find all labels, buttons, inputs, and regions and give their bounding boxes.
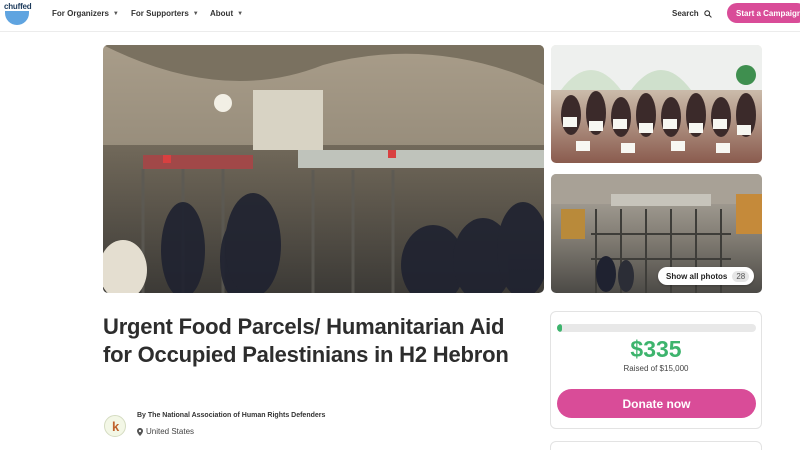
show-all-label: Show all photos [666,271,728,281]
logo-shape [5,11,29,25]
secondary-card [550,441,762,450]
nav-for-organizers[interactable]: For Organizers ▼ [52,9,119,18]
search-label: Search [672,9,699,18]
donation-card: $335 Raised of $15,000 Donate now [550,311,762,429]
organizer-logo-icon: k [112,419,120,434]
location-text: United States [146,427,195,436]
search-icon [703,9,712,18]
chevron-down-icon: ▼ [112,10,119,17]
logo-text: chuffed [4,2,32,11]
organizer-prefix: By [137,412,146,419]
donate-now-button[interactable]: Donate now [557,389,756,418]
group-with-certificates-image [551,45,762,153]
show-all-photos-button[interactable]: Show all photos 28 [658,267,755,285]
checkpoint-scene-image [103,45,544,293]
nav-label: For Supporters [131,9,189,18]
photo-count-badge: 28 [732,270,750,282]
search-button[interactable]: Search [672,9,712,18]
goal-text: Raised of $15,000 [623,364,689,373]
funding-progress-bar [557,324,756,332]
nav-for-supporters[interactable]: For Supporters ▼ [131,9,199,18]
top-navbar: chuffed For Organizers ▼ For Supporters … [0,0,800,32]
campaign-title: Urgent Food Parcels/ Humanitarian Aid fo… [103,314,509,367]
chuffed-logo[interactable]: chuffed [4,2,34,26]
organizer-avatar[interactable]: k [104,415,126,437]
nav-about[interactable]: About ▼ [210,9,243,18]
group-photo[interactable] [551,45,762,163]
chevron-down-icon: ▼ [237,10,244,17]
start-campaign-button[interactable]: Start a Campaign [727,3,800,23]
nav-label: For Organizers [52,9,109,18]
raised-amount: $335 [630,336,682,362]
chevron-down-icon: ▼ [192,10,199,17]
nav-label: About [210,9,234,18]
organizer-line: By The National Association of Human Rig… [137,412,325,419]
map-pin-icon [137,427,143,436]
funding-progress-fill [557,324,562,332]
organizer-location: United States [137,427,194,436]
main-campaign-photo[interactable] [103,45,544,293]
organizer-name[interactable]: The National Association of Human Rights… [148,412,326,419]
